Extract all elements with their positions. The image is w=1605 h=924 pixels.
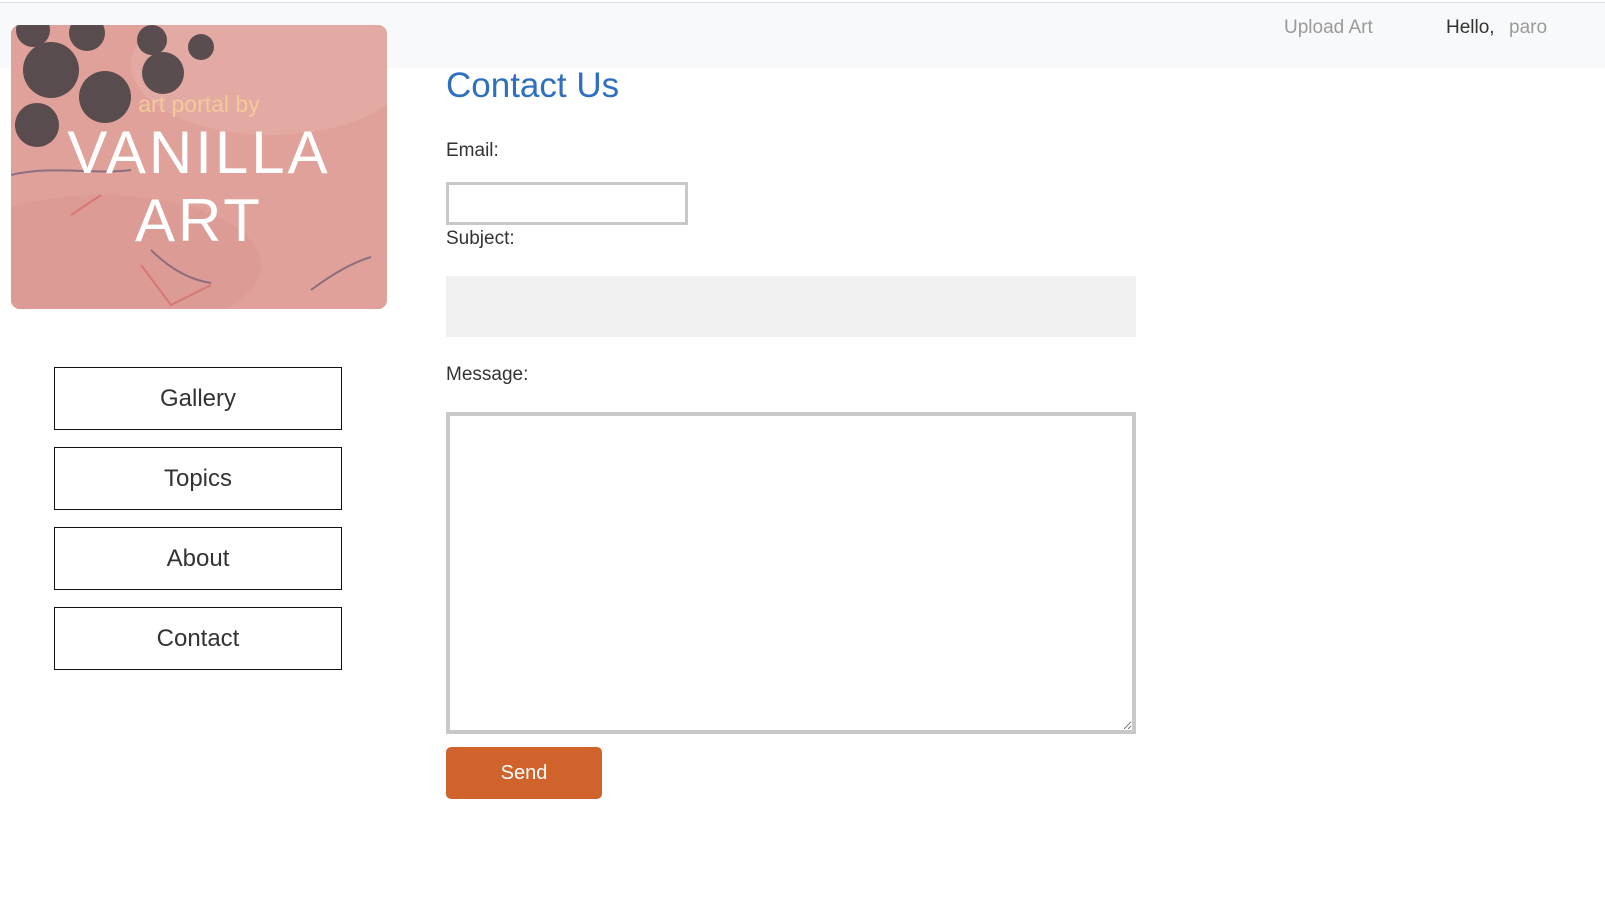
logo-subtitle: art portal by — [138, 91, 260, 117]
send-button[interactable]: Send — [446, 747, 602, 799]
sidebar-item-about[interactable]: About — [54, 527, 342, 590]
email-label: Email: — [446, 140, 499, 161]
sidebar-item-topics[interactable]: Topics — [54, 447, 342, 510]
sidebar-item-gallery[interactable]: Gallery — [54, 367, 342, 430]
message-field[interactable] — [446, 412, 1136, 734]
logo-title-line-1: VANILLA — [67, 119, 331, 186]
upload-art-link[interactable]: Upload Art — [1284, 17, 1373, 39]
greeting-text: Hello, — [1446, 17, 1495, 38]
page-title: Contact Us — [446, 66, 620, 105]
sidebar-item-contact[interactable]: Contact — [54, 607, 342, 670]
subject-field[interactable] — [446, 276, 1136, 337]
logo-title-line-2: ART — [135, 187, 263, 254]
logo-title: VANILLA ART — [11, 119, 387, 255]
email-field[interactable] — [446, 182, 688, 225]
site-logo[interactable]: art portal by VANILLA ART — [11, 25, 387, 309]
message-label: Message: — [446, 364, 529, 385]
subject-label: Subject: — [446, 228, 515, 249]
username-link[interactable]: paro — [1509, 17, 1547, 39]
